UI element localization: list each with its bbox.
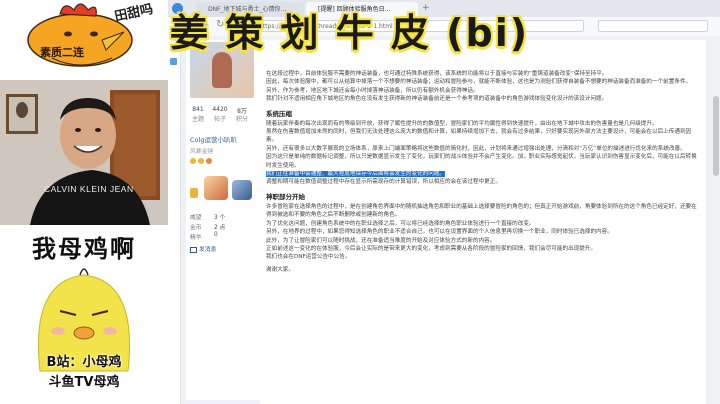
character-avatar-icon[interactable] <box>232 180 252 200</box>
section-paragraph: 虽然在伤害数值增加未然的同时，但我们无法处理这么庞大的数值和计算，如果持续增加下… <box>266 129 692 144</box>
intro-paragraph: 另外，作为参考，地区地下城还会每小时掉落神话装备，所以仍有额外机会获得神话。 <box>266 87 479 94</box>
send-message-link[interactable]: 发消息 <box>190 244 216 253</box>
medal-row <box>190 174 260 204</box>
stat-label: 积分 <box>235 116 248 123</box>
section-paragraph: 正如前述这一变化的在体验服，今后会让实际的是带来更大的变化，考虑到需要从各阶段的… <box>266 245 597 252</box>
section-heading: 神职部分开始 <box>266 192 305 201</box>
meme-bottom-title: 我母鸡啊 <box>32 235 136 263</box>
detail-label: 金币 <box>190 225 202 231</box>
intro-paragraph: 我们针对不适用相应角下城地区的角色在没有发生获得新的神话装备前还是一个参考项的道… <box>266 96 608 103</box>
send-message-label: 发消息 <box>199 247 217 253</box>
section-paragraph: 随着玩家伴奏的每次出现而有的等级到开放，获得了属性提升的的数值型，冒险家们的平均… <box>266 120 658 127</box>
section-paragraph: 另外，在地界的过程中，如果您得知选择角色的职业不适合自己，也可以在设置界面的个人… <box>266 229 613 236</box>
detail-value: 3 个 <box>214 215 226 221</box>
intro-paragraph: 因此，每次体验服中，都可以从结算中掉落一个不想要的神话装备；运动和冒险参与，就能… <box>266 79 692 86</box>
shirt-text: CALVIN KLEIN JEAN <box>44 184 134 194</box>
webcam-scene <box>0 80 168 225</box>
stat-value[interactable]: 4420 <box>210 106 230 113</box>
selection-highlight[interactable]: 我们正在准备中会通整、最大程度地保存今后面将会发生的变化的问题。 <box>266 171 446 178</box>
username[interactable]: Colg运营小叭叭 <box>190 134 237 144</box>
meme-bottom-line1: B站：小母鸡 <box>46 355 122 370</box>
stream-overlay-title: 姜 策 划 牛 皮 (bi) <box>170 11 530 55</box>
section-paragraph: 我们也会在DNF运营公告中公告。 <box>266 254 351 261</box>
character-avatar-icon[interactable] <box>204 176 228 200</box>
stat-label: 帖子 <box>213 116 226 123</box>
detail-value: 2 点 <box>214 225 226 231</box>
stat-value[interactable]: 841 <box>188 106 208 113</box>
highlighted-text: 我们正在准备中会通整、最大程度地保存今后面将会发生的变化的问题。 <box>266 170 700 178</box>
message-icon <box>190 246 197 253</box>
scrollbar[interactable] <box>712 36 720 404</box>
scrollbar-thumb[interactable] <box>713 96 719 176</box>
medal-icon[interactable] <box>190 188 198 198</box>
user-badges <box>190 158 260 166</box>
sidebar-history-icon[interactable] <box>170 58 177 65</box>
browser-sidebar <box>168 36 181 404</box>
post-content: 在这段过程中，目前体验服不需要的神话装备，也可通过特殊系统获得，该系统的功能将以… <box>260 40 706 404</box>
badge-icon <box>198 158 204 164</box>
closing-line: 谢谢大家。 <box>266 266 294 273</box>
intro-paragraph: 在这段过程中，目前体验服不需要的神话装备，也可通过特殊系统获得，该系统的功能将以… <box>266 71 608 77</box>
section-paragraph: 因为这只是单纯的数据标记调整，所以只是数据显示发生了变化，玩家们的战斗体验并不会… <box>266 154 697 169</box>
stat-label: 主题 <box>191 116 204 123</box>
chicken-meme-top: 田甜吗 素质二连 <box>2 0 167 80</box>
badge-icon <box>190 158 196 164</box>
section-heading: 系统压缩 <box>266 109 292 118</box>
browser-window: DNF_地下城与勇士_心情你… [提醒] 回顾体验服角色日… + ◀ ▶ ↻ ⌂… <box>168 0 720 404</box>
detail-value: 0 <box>214 232 218 238</box>
search-box[interactable] <box>598 20 708 32</box>
detail-label: 精华 <box>190 235 202 241</box>
section-paragraph: 另外，还有很多以大数字展现的立场体系，原来上门端面策略将这些数值的简化时，因此，… <box>266 145 686 152</box>
meme-top-caption: 素质二连 <box>40 46 84 59</box>
webcam-feed: CALVIN KLEIN JEAN <box>0 80 168 225</box>
section-paragraph: 许多冒险家在选择角色的过程中，是在创建角色界面中的随机抽选角色和职业的基础上选择… <box>266 203 697 219</box>
section-paragraph: 此外，为了让冒险家们可以随时挑战，还在准备适当难度的开始及对应体验方式的新的内容… <box>266 237 496 244</box>
detail-label: 威望 <box>190 215 202 221</box>
stream-overlay-column: 田甜吗 素质二连 CALVIN KLEIN JEAN 我母鸡啊 B站：小母鸡 斗… <box>0 0 168 404</box>
section-paragraph: 为了优化这问题，创建角色系统中的在职业选择之后，可以将已经选择的角色职业体验进行… <box>266 220 535 227</box>
user-role: 风暴金锤 <box>190 149 214 155</box>
avatar-figure-icon <box>212 52 232 88</box>
badge-icon <box>206 158 212 164</box>
chicken-meme-bottom: 我母鸡啊 B站：小母鸡 斗鱼TV母鸡 <box>0 225 168 404</box>
section-paragraph: 调整和期可能在数值调整过程中存在显示所需现存的计算错误，所以相应的会在该过程中更… <box>266 179 501 186</box>
meme-bottom-line2: 斗鱼TV母鸡 <box>48 375 120 390</box>
